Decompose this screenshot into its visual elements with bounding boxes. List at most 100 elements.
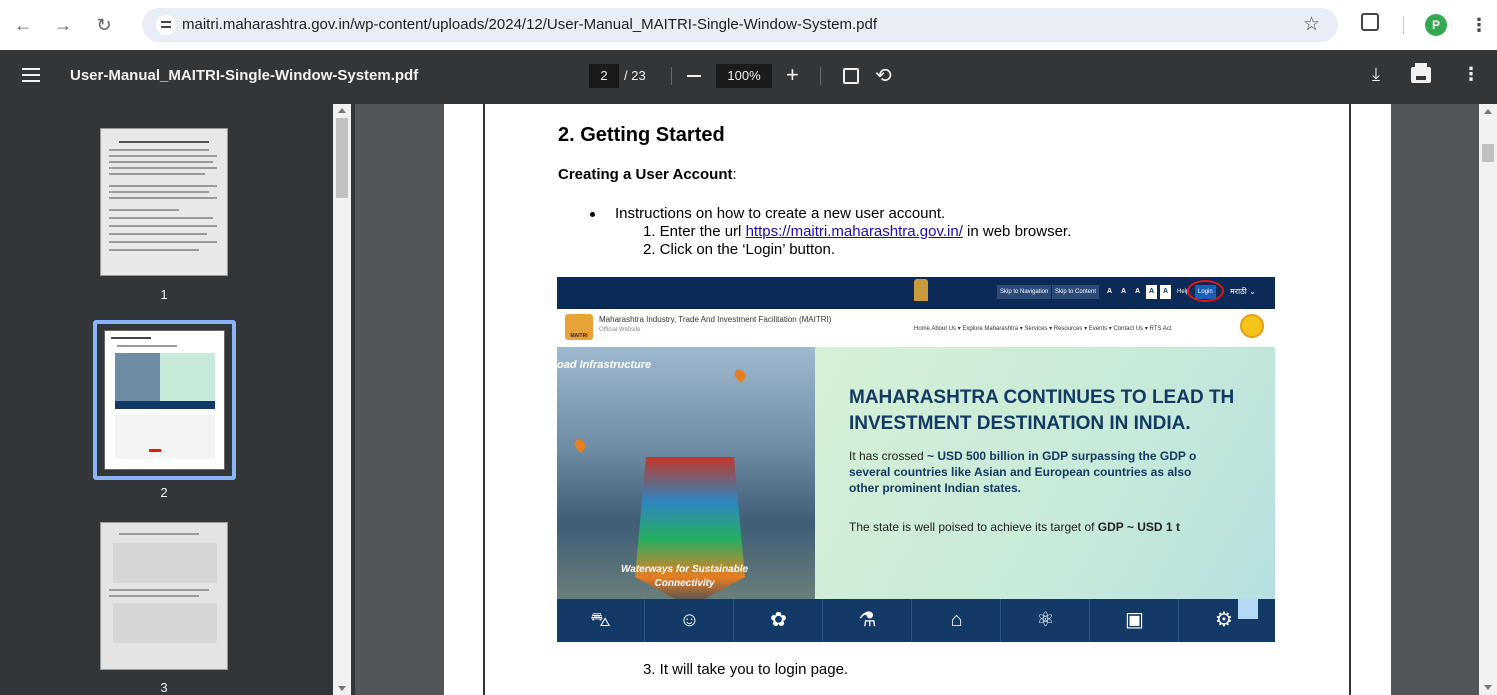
bullet-dot [590,212,595,217]
site-info-icon[interactable] [156,15,176,35]
skip-navigation-link: Skip to Navigation [997,285,1052,299]
menu-icon[interactable] [22,68,40,82]
fit-page-icon[interactable] [843,68,859,84]
login-highlight-circle [1187,280,1224,302]
bullet-text: Instructions on how to create a new user… [615,205,946,222]
hero-title-line-1: MAHARASHTRA CONTINUES TO LEAD TH [849,387,1235,408]
hero-paragraph-1: It has crossed ~ USD 500 billion in GDP … [849,448,1196,496]
language-select: मराठी ⌄ [1230,287,1256,296]
national-emblem-icon [914,279,928,301]
profile-avatar[interactable]: P [1425,14,1447,36]
scroll-up-arrow[interactable] [1484,109,1492,114]
thumbnail-label: 2 [160,485,168,500]
step-1-suffix: in web browser. [962,223,1072,240]
pdf-title: User-Manual_MAITRI-Single-Window-System.… [70,67,419,84]
font-size-button: A [1132,285,1143,299]
thumbnail-page-3[interactable] [100,522,228,670]
worker-icon: ☺ [646,599,734,642]
url-text: maitri.maharashtra.gov.in/wp-content/upl… [182,16,878,33]
thumbnail-page-2[interactable] [104,330,225,470]
subheading-text: Creating a User Account [558,166,733,183]
banner-caption-line-1: Waterways for Sustainable [621,564,749,575]
zoom-input[interactable]: 100% [716,64,772,88]
pdf-viewer: 2. Getting Started Creating a User Accou… [355,104,1497,695]
arrow-left-icon[interactable]: ← [12,14,34,36]
scroll-top-square [1238,599,1258,619]
extensions-icon[interactable] [1361,13,1379,31]
hero-p1-c: several countries like Asian and Europea… [849,465,1192,479]
banner-caption-bottom: Waterways for Sustainable Connectivity [621,563,748,591]
thumbnail-page-1[interactable] [100,128,228,276]
section-heading: 2. Getting Started [558,124,725,146]
location-pin-icon [732,367,748,383]
toolbar-divider [671,67,672,85]
page-number-input[interactable]: 2 [589,64,619,88]
maitri-website-screenshot: Skip to Navigation Skip to Content A A A… [557,277,1275,642]
toolbar-divider [820,67,821,85]
hero-title-line-2: INVESTMENT DESTINATION IN INDIA. [849,413,1191,434]
step-1: 1. Enter the url https://maitri.maharash… [643,223,1071,240]
hero-p1-d: other prominent Indian states. [849,481,1022,495]
reload-icon[interactable]: ↻ [93,14,115,36]
subsection-heading: Creating a User Account: [558,166,737,183]
car-icon: ⛍ [557,599,645,642]
thumbnail-label: 1 [160,287,168,302]
zoom-in-button[interactable]: + [786,62,799,88]
banner-image [557,347,815,607]
textile-icon: ✿ [735,599,823,642]
page-total: / 23 [624,68,646,83]
hero-p2-a: The state is well poised to achieve its … [849,520,1098,534]
thumbnail-label: 3 [160,680,168,695]
toolbar-divider [1403,16,1404,34]
scroll-down-arrow[interactable] [338,686,346,691]
sector-icons-bar: ⛍ ☺ ✿ ⚗ ⌂ ⚛ ▣ ⚙ [557,599,1275,642]
pdf-page: 2. Getting Started Creating a User Accou… [444,104,1391,695]
step-2: 2. Click on the ‘Login’ button. [643,241,836,258]
thumbnail-sidebar: 1 2 3 [0,104,355,695]
arrow-right-icon[interactable]: → [52,14,74,36]
monitor-icon: ▣ [1091,599,1179,642]
flask-icon: ⚗ [824,599,912,642]
font-size-button: A [1118,285,1129,299]
hero-p2-b: GDP ~ USD 1 t [1097,520,1180,534]
browser-toolbar: ← → ↻ maitri.maharashtra.gov.in/wp-conte… [0,0,1497,50]
scrollbar-thumb[interactable] [336,118,348,198]
scroll-up-arrow[interactable] [338,108,346,113]
font-size-button: A [1104,285,1115,299]
hero-p1-a: It has crossed [849,449,928,463]
network-icon: ⚛ [1002,599,1090,642]
zoom-out-button[interactable] [687,75,701,77]
address-bar[interactable]: maitri.maharashtra.gov.in/wp-content/upl… [142,8,1338,42]
site-nav-links: Home About Us ▾ Explore Maharashtra ▾ Se… [914,326,1172,332]
print-icon[interactable] [1411,63,1431,83]
browser-menu-icon[interactable]: ⋮ [1470,14,1488,36]
hero-panel: MAHARASHTRA CONTINUES TO LEAD TH INVESTM… [815,347,1275,599]
maitri-logo: MAITRI [565,314,593,340]
subheading-colon: : [732,166,737,183]
banner-caption-line-2: Connectivity [654,578,715,589]
screenshot-nav: MAITRI Maharashtra Industry, Trade And I… [557,309,1275,347]
hero-p1-b: ~ USD 500 billion in GDP surpassing the … [927,449,1197,463]
bookmark-star-icon[interactable]: ☆ [1303,13,1320,36]
government-seal-icon [1240,314,1264,338]
pdf-toolbar: User-Manual_MAITRI-Single-Window-System.… [0,50,1497,104]
scrollbar-thumb[interactable] [1482,144,1494,162]
rotate-icon[interactable]: ⟲ [875,63,892,88]
scroll-down-arrow[interactable] [1484,685,1492,690]
step-1-prefix: 1. Enter the url [643,223,746,240]
hero-paragraph-2: The state is well poised to achieve its … [849,520,1180,534]
sidebar-scrollbar[interactable] [333,104,351,695]
site-name: Maharashtra Industry, Trade And Investme… [599,315,832,324]
more-actions-icon[interactable]: ⋮ [1462,64,1480,85]
download-icon[interactable]: ⤓ [1372,64,1380,85]
font-size-button: A [1146,285,1157,299]
step-3: 3. It will take you to login page. [643,661,849,678]
skip-content-link: Skip to Content [1052,285,1100,299]
font-size-button: A [1160,285,1171,299]
factory-icon: ⌂ [913,599,1001,642]
location-pin-icon [572,437,588,453]
screenshot-topbar: Skip to Navigation Skip to Content A A A… [557,277,1275,309]
site-subtitle: Official Website [599,327,641,333]
maitri-url-link[interactable]: https://maitri.maharashtra.gov.in/ [746,223,963,240]
viewer-scrollbar[interactable] [1479,104,1497,695]
